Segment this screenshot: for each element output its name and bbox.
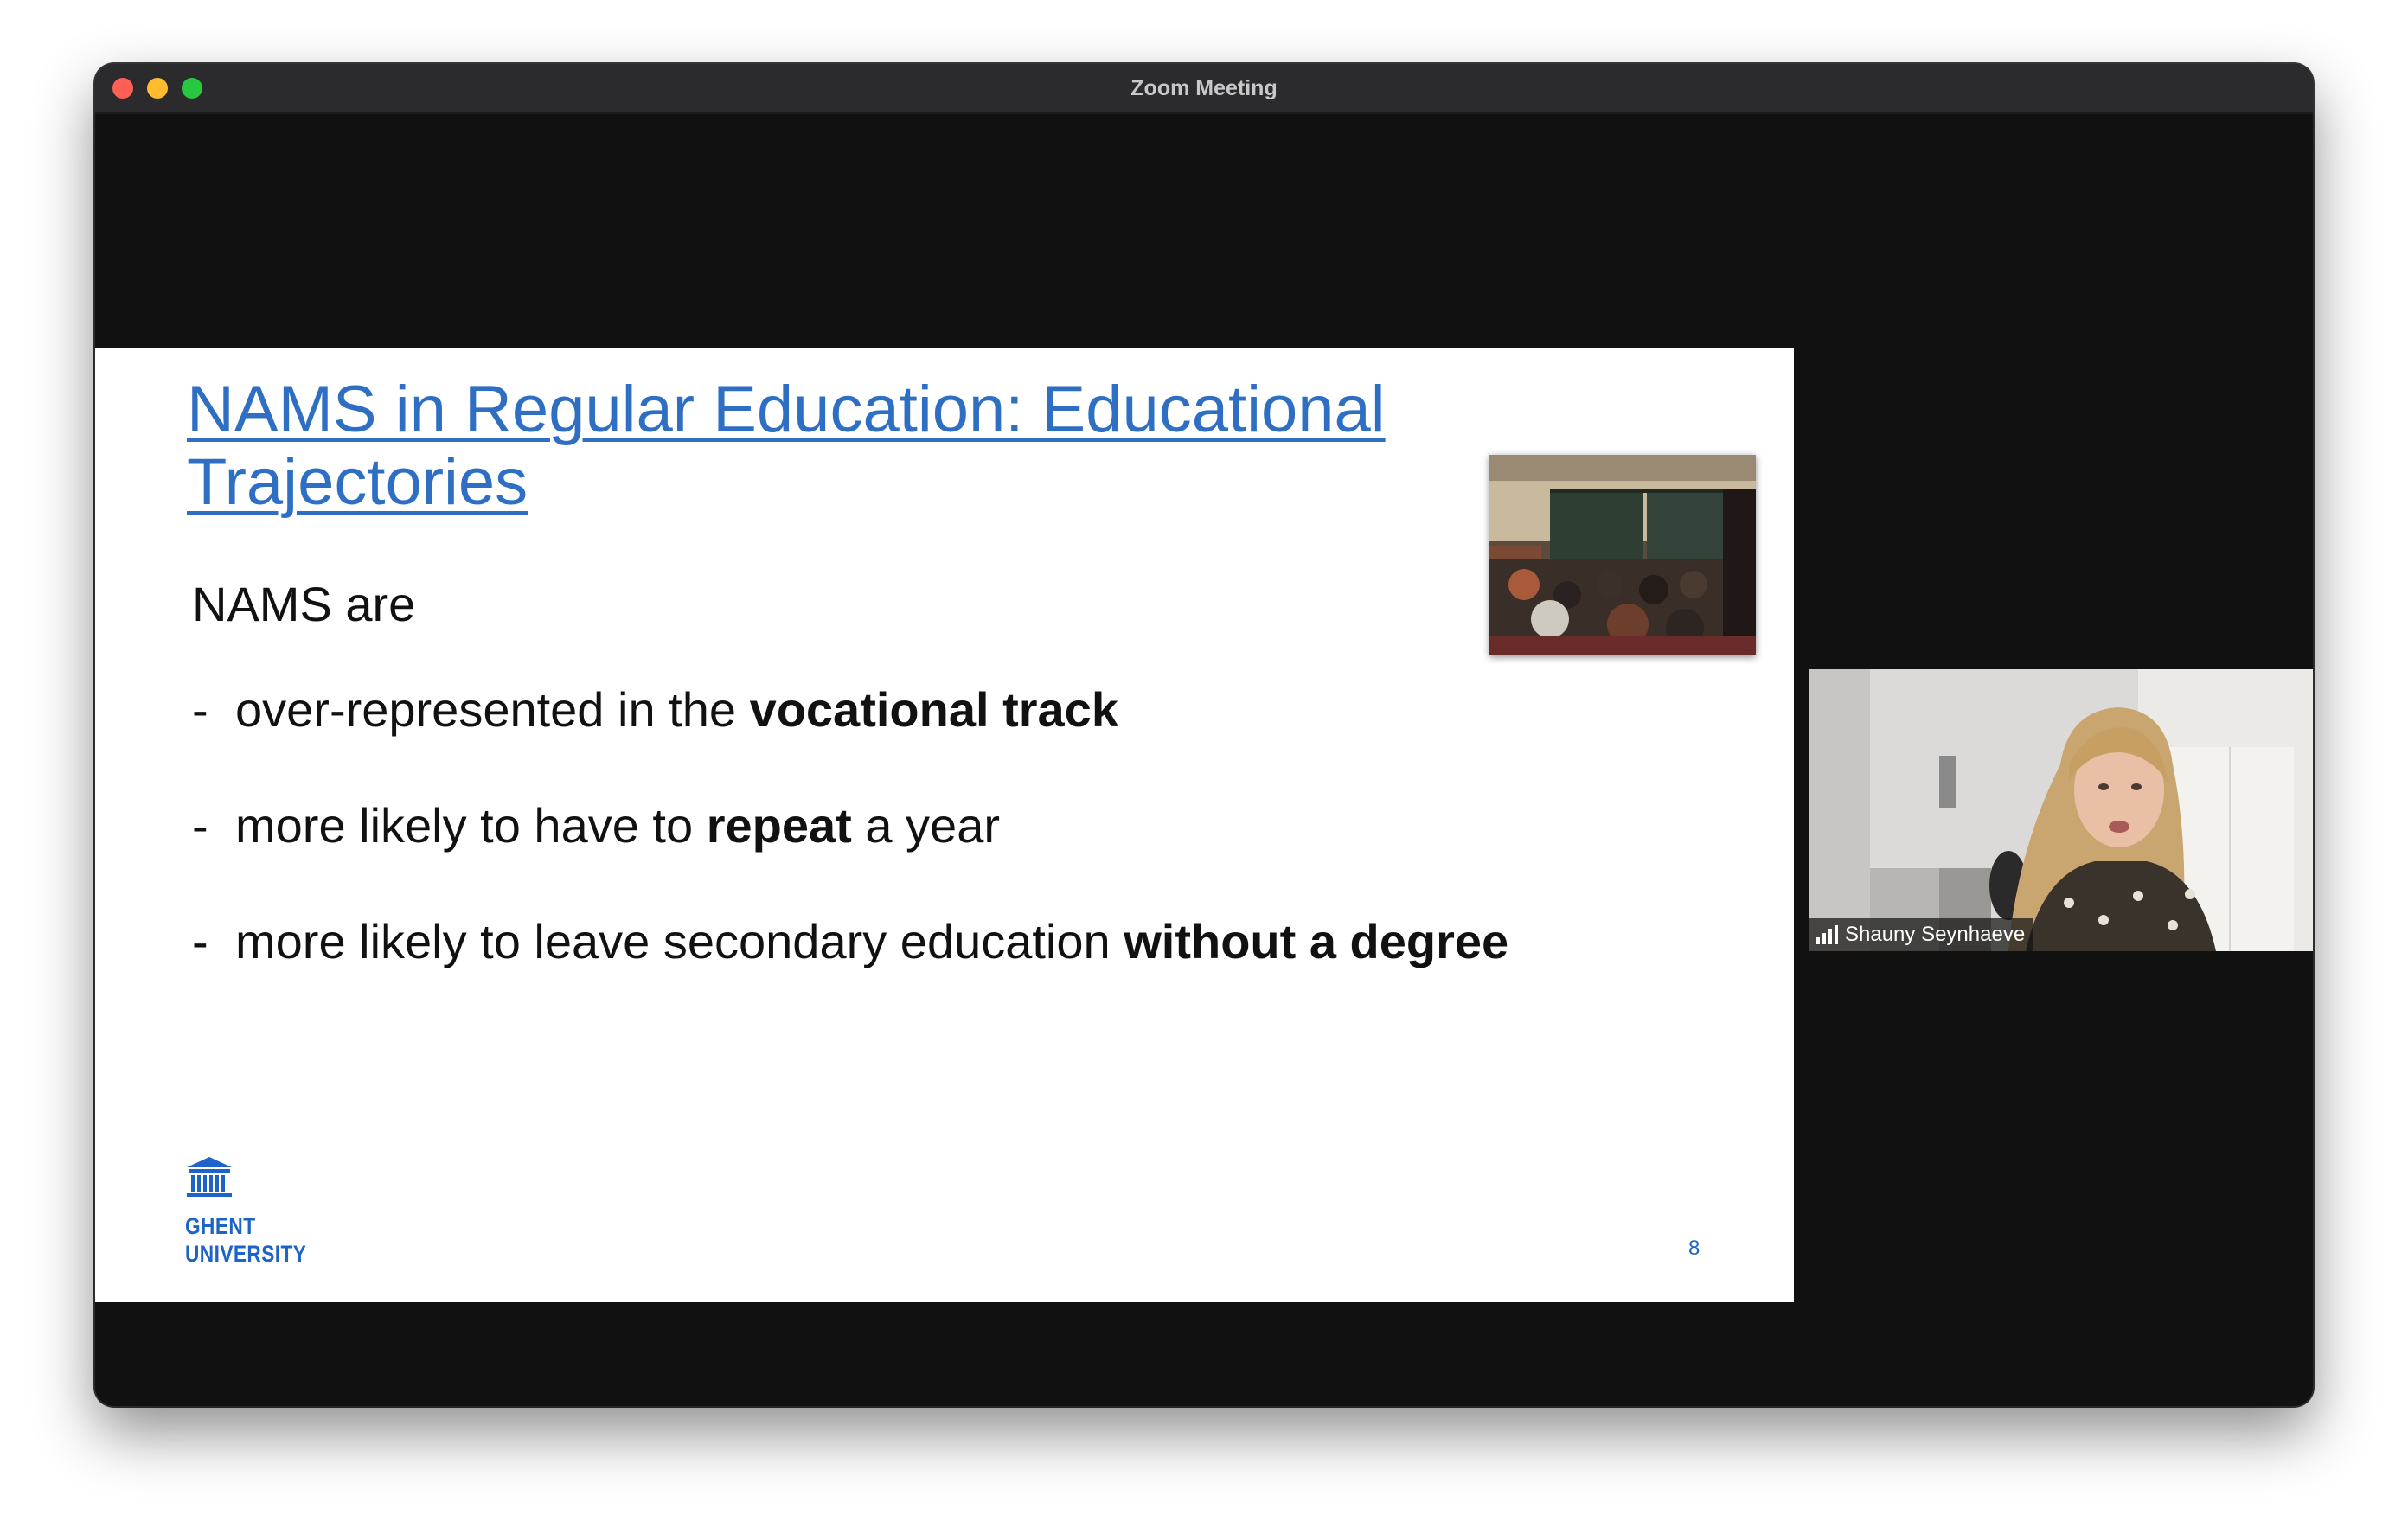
slide-title: NAMS in Regular Education: Educational T… bbox=[187, 373, 1386, 519]
title-bar[interactable]: Zoom Meeting bbox=[95, 64, 2313, 114]
bullet-item: - over-represented in the vocational trac… bbox=[192, 682, 1118, 737]
meeting-content: NAMS in Regular Education: Educational T… bbox=[95, 114, 2313, 1406]
participant-name-tag: Shauny Seynhaeve bbox=[1809, 918, 2034, 951]
window-title: Zoom Meeting bbox=[1130, 76, 1278, 100]
university-wordmark: GHENT UNIVERSITY bbox=[185, 1213, 307, 1267]
classroom-photo bbox=[1489, 455, 1756, 655]
slide-page-number: 8 bbox=[1688, 1237, 1700, 1260]
zoom-window: Zoom Meeting NAMS in Regular Education: … bbox=[95, 64, 2313, 1406]
bullet-item: - more likely to have to repeat a year bbox=[192, 798, 1000, 853]
participant-video-tile[interactable]: Shauny Seynhaeve bbox=[1809, 669, 2313, 951]
slide-intro: NAMS are bbox=[192, 577, 416, 631]
screen: Zoom Meeting NAMS in Regular Education: … bbox=[0, 0, 2408, 1534]
bullet-item: - more likely to leave secondary educatio… bbox=[192, 914, 1509, 968]
shared-slide: NAMS in Regular Education: Educational T… bbox=[95, 348, 1794, 1302]
signal-strength-icon bbox=[1816, 925, 1838, 944]
participant-name: Shauny Seynhaeve bbox=[1845, 923, 2026, 946]
